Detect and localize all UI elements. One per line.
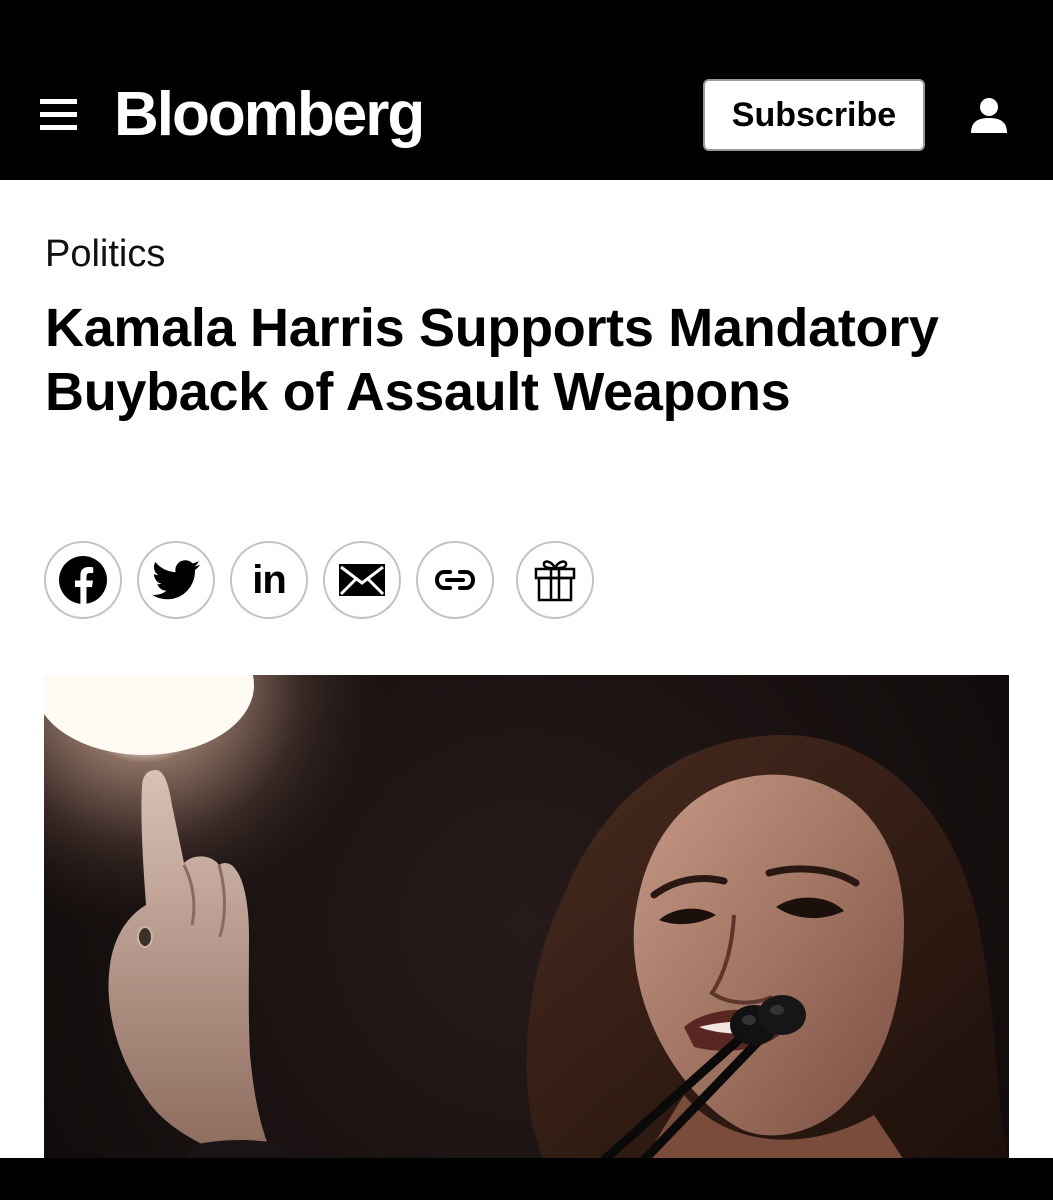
facebook-icon — [58, 555, 108, 605]
user-icon[interactable] — [969, 97, 1009, 135]
email-share-button[interactable] — [323, 541, 401, 619]
bottom-bar — [0, 1158, 1053, 1200]
subscribe-button[interactable]: Subscribe — [703, 79, 925, 151]
bloomberg-logo[interactable]: Bloomberg — [114, 78, 425, 152]
gift-article-button[interactable] — [516, 541, 594, 619]
article-headline: Kamala Harris Supports Mandatory Buyback… — [45, 298, 939, 422]
email-icon — [338, 563, 386, 597]
menu-icon-line — [40, 125, 77, 130]
twitter-icon — [152, 560, 200, 600]
menu-icon-line — [40, 112, 77, 117]
hero-photo — [44, 675, 1009, 1160]
top-navigation-bar: Bloomberg Subscribe — [0, 0, 1053, 180]
menu-icon[interactable] — [40, 99, 77, 130]
facebook-share-button[interactable] — [44, 541, 122, 619]
gift-icon — [531, 556, 579, 604]
twitter-share-button[interactable] — [137, 541, 215, 619]
link-icon — [435, 569, 475, 591]
section-label[interactable]: Politics — [45, 232, 165, 276]
linkedin-icon: in — [252, 558, 287, 602]
copy-link-button[interactable] — [416, 541, 494, 619]
menu-icon-line — [40, 99, 77, 104]
linkedin-share-button[interactable]: in — [230, 541, 308, 619]
